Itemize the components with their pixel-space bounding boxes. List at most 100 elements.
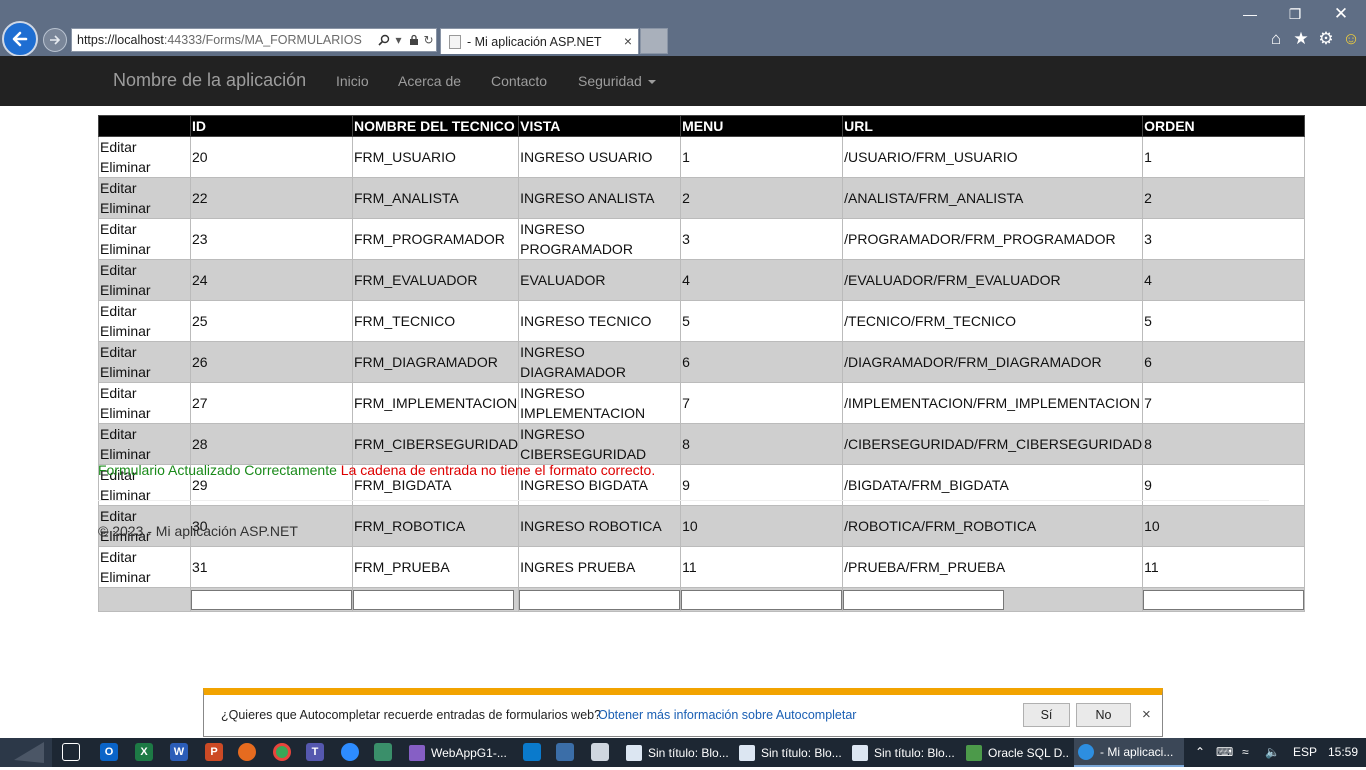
nav-dropdown-seguridad[interactable]: Seguridad: [578, 73, 656, 89]
new-tab-button[interactable]: [640, 28, 668, 54]
search-icon[interactable]: [376, 31, 391, 49]
delete-link[interactable]: Eliminar: [100, 323, 151, 339]
taskbar-notepad-1[interactable]: Sin título: Blo...: [622, 738, 730, 767]
notification-close-icon[interactable]: ×: [1142, 706, 1151, 723]
edit-link[interactable]: Editar: [100, 262, 137, 278]
address-bar[interactable]: https://localhost:44333/Forms/MA_FORMULA…: [71, 28, 437, 52]
insert-id-input[interactable]: [191, 589, 352, 610]
insert-orden-input[interactable]: [1143, 589, 1305, 610]
tab-close-icon[interactable]: ×: [624, 33, 632, 49]
edit-link[interactable]: Editar: [100, 344, 137, 360]
cell-menu: 11: [680, 546, 844, 588]
edit-link[interactable]: Editar: [100, 139, 137, 155]
yes-button[interactable]: Sí: [1023, 703, 1070, 727]
cell-orden: 3: [1142, 218, 1306, 260]
insert-url-input[interactable]: [843, 589, 1005, 610]
close-window-button[interactable]: ✕: [1326, 4, 1356, 24]
delete-link[interactable]: Eliminar: [100, 159, 151, 175]
wifi-icon[interactable]: ≈: [1242, 745, 1249, 759]
edit-link[interactable]: Editar: [100, 221, 137, 237]
taskbar-notepad-3[interactable]: Sin título: Blo...: [848, 738, 956, 767]
minimize-button[interactable]: —: [1235, 4, 1265, 24]
taskbar-notepad-2[interactable]: Sin título: Blo...: [735, 738, 843, 767]
clock[interactable]: 15:59: [1328, 745, 1358, 759]
cell-url: /DIAGRAMADOR/FRM_DIAGRAMADOR: [842, 341, 1144, 383]
row-commands-cell: Editar Eliminar: [98, 218, 191, 260]
cell-id: 24: [190, 259, 353, 301]
nav-link-contacto[interactable]: Contacto: [491, 73, 547, 89]
header-orden[interactable]: ORDEN: [1142, 115, 1306, 137]
teams-icon[interactable]: T: [306, 743, 324, 761]
insert-vista-input[interactable]: [519, 589, 681, 610]
lock-icon[interactable]: [406, 31, 421, 49]
powerpoint-icon[interactable]: P: [205, 743, 223, 761]
restore-button[interactable]: ❐: [1280, 4, 1310, 24]
cell-vista: INGRESO PROGRAMADOR: [518, 218, 682, 260]
edit-link[interactable]: Editar: [100, 549, 137, 565]
volume-icon[interactable]: 🔈: [1265, 745, 1280, 759]
window-app-icon[interactable]: [591, 743, 609, 761]
header-nombre[interactable]: NOMBRE DEL TECNICO: [351, 115, 520, 137]
taskbar-sqldeveloper[interactable]: Oracle SQL D...: [962, 738, 1070, 767]
favorites-star-icon[interactable]: ★: [1291, 29, 1311, 49]
delete-link[interactable]: Eliminar: [100, 241, 151, 257]
home-icon[interactable]: ⌂: [1266, 29, 1286, 49]
table-row: Editar Eliminar 23 FRM_PROGRAMADOR INGRESO …: [98, 218, 1306, 260]
outlook-icon[interactable]: O: [100, 743, 118, 761]
table-row: Editar Eliminar 24 FRM_EVALUADOR EVALUADOR 4…: [98, 259, 1306, 301]
language-indicator[interactable]: ESP: [1293, 745, 1317, 759]
windows-taskbar: O X W P T WebAppG1-... Sin título: Blo..…: [0, 738, 1366, 767]
edit-link[interactable]: Editar: [100, 508, 137, 524]
brand-link[interactable]: Nombre de la aplicación: [113, 70, 306, 91]
edit-link[interactable]: Editar: [100, 385, 137, 401]
delete-link[interactable]: Eliminar: [100, 446, 151, 462]
row-commands-cell: Editar Eliminar: [98, 300, 191, 342]
tab-active[interactable]: - Mi aplicación ASP.NET ×: [440, 28, 639, 54]
vscode-icon[interactable]: [523, 743, 541, 761]
nav-link-acerca[interactable]: Acerca de: [398, 73, 461, 89]
zoom-icon[interactable]: [341, 743, 359, 761]
grid-insert-row: [98, 587, 1306, 612]
firefox-icon[interactable]: [238, 743, 256, 761]
network-tool-icon[interactable]: [556, 743, 574, 761]
edit-link[interactable]: Editar: [100, 303, 137, 319]
cell-menu: 7: [680, 382, 844, 424]
task-view-icon[interactable]: [62, 743, 80, 761]
delete-link[interactable]: Eliminar: [100, 569, 151, 585]
header-url[interactable]: URL: [842, 115, 1144, 137]
delete-link[interactable]: Eliminar: [100, 282, 151, 298]
taskbar-internet-explorer[interactable]: - Mi aplicaci...: [1074, 738, 1184, 767]
installer-icon[interactable]: [374, 743, 392, 761]
insert-menu-input[interactable]: [681, 589, 843, 610]
settings-gear-icon[interactable]: ⚙: [1316, 29, 1336, 49]
dropdown-icon[interactable]: ▾: [391, 31, 406, 49]
edit-link[interactable]: Editar: [100, 180, 137, 196]
forward-button[interactable]: [43, 28, 67, 52]
cell-orden: 6: [1142, 341, 1306, 383]
excel-icon[interactable]: X: [135, 743, 153, 761]
cell-nombre: FRM_ROBOTICA: [351, 505, 520, 547]
start-button[interactable]: [0, 738, 52, 767]
address-url[interactable]: https://localhost:44333/Forms/MA_FORMULA…: [77, 33, 376, 47]
divider: [98, 500, 1269, 501]
nav-link-inicio[interactable]: Inicio: [336, 73, 369, 89]
header-menu[interactable]: MENU: [680, 115, 844, 137]
notification-link[interactable]: Obtener más información sobre Autocomple…: [598, 708, 856, 722]
edit-link[interactable]: Editar: [100, 426, 137, 442]
delete-link[interactable]: Eliminar: [100, 405, 151, 421]
feedback-smiley-icon[interactable]: ☺: [1341, 29, 1361, 49]
word-icon[interactable]: W: [170, 743, 188, 761]
header-vista[interactable]: VISTA: [518, 115, 682, 137]
delete-link[interactable]: Eliminar: [100, 200, 151, 216]
no-button[interactable]: No: [1076, 703, 1131, 727]
taskbar-visualstudio[interactable]: WebAppG1-...: [405, 738, 513, 767]
delete-link[interactable]: Eliminar: [100, 364, 151, 380]
insert-nombre-input[interactable]: [353, 589, 514, 610]
chrome-icon[interactable]: [273, 743, 291, 761]
cell-orden: 7: [1142, 382, 1306, 424]
refresh-icon[interactable]: ↻: [421, 31, 436, 49]
tray-ime-icon[interactable]: ⌨: [1216, 745, 1233, 759]
header-id[interactable]: ID: [190, 115, 353, 137]
back-button[interactable]: [2, 21, 38, 57]
tray-chevron-icon[interactable]: ⌃: [1195, 745, 1205, 759]
